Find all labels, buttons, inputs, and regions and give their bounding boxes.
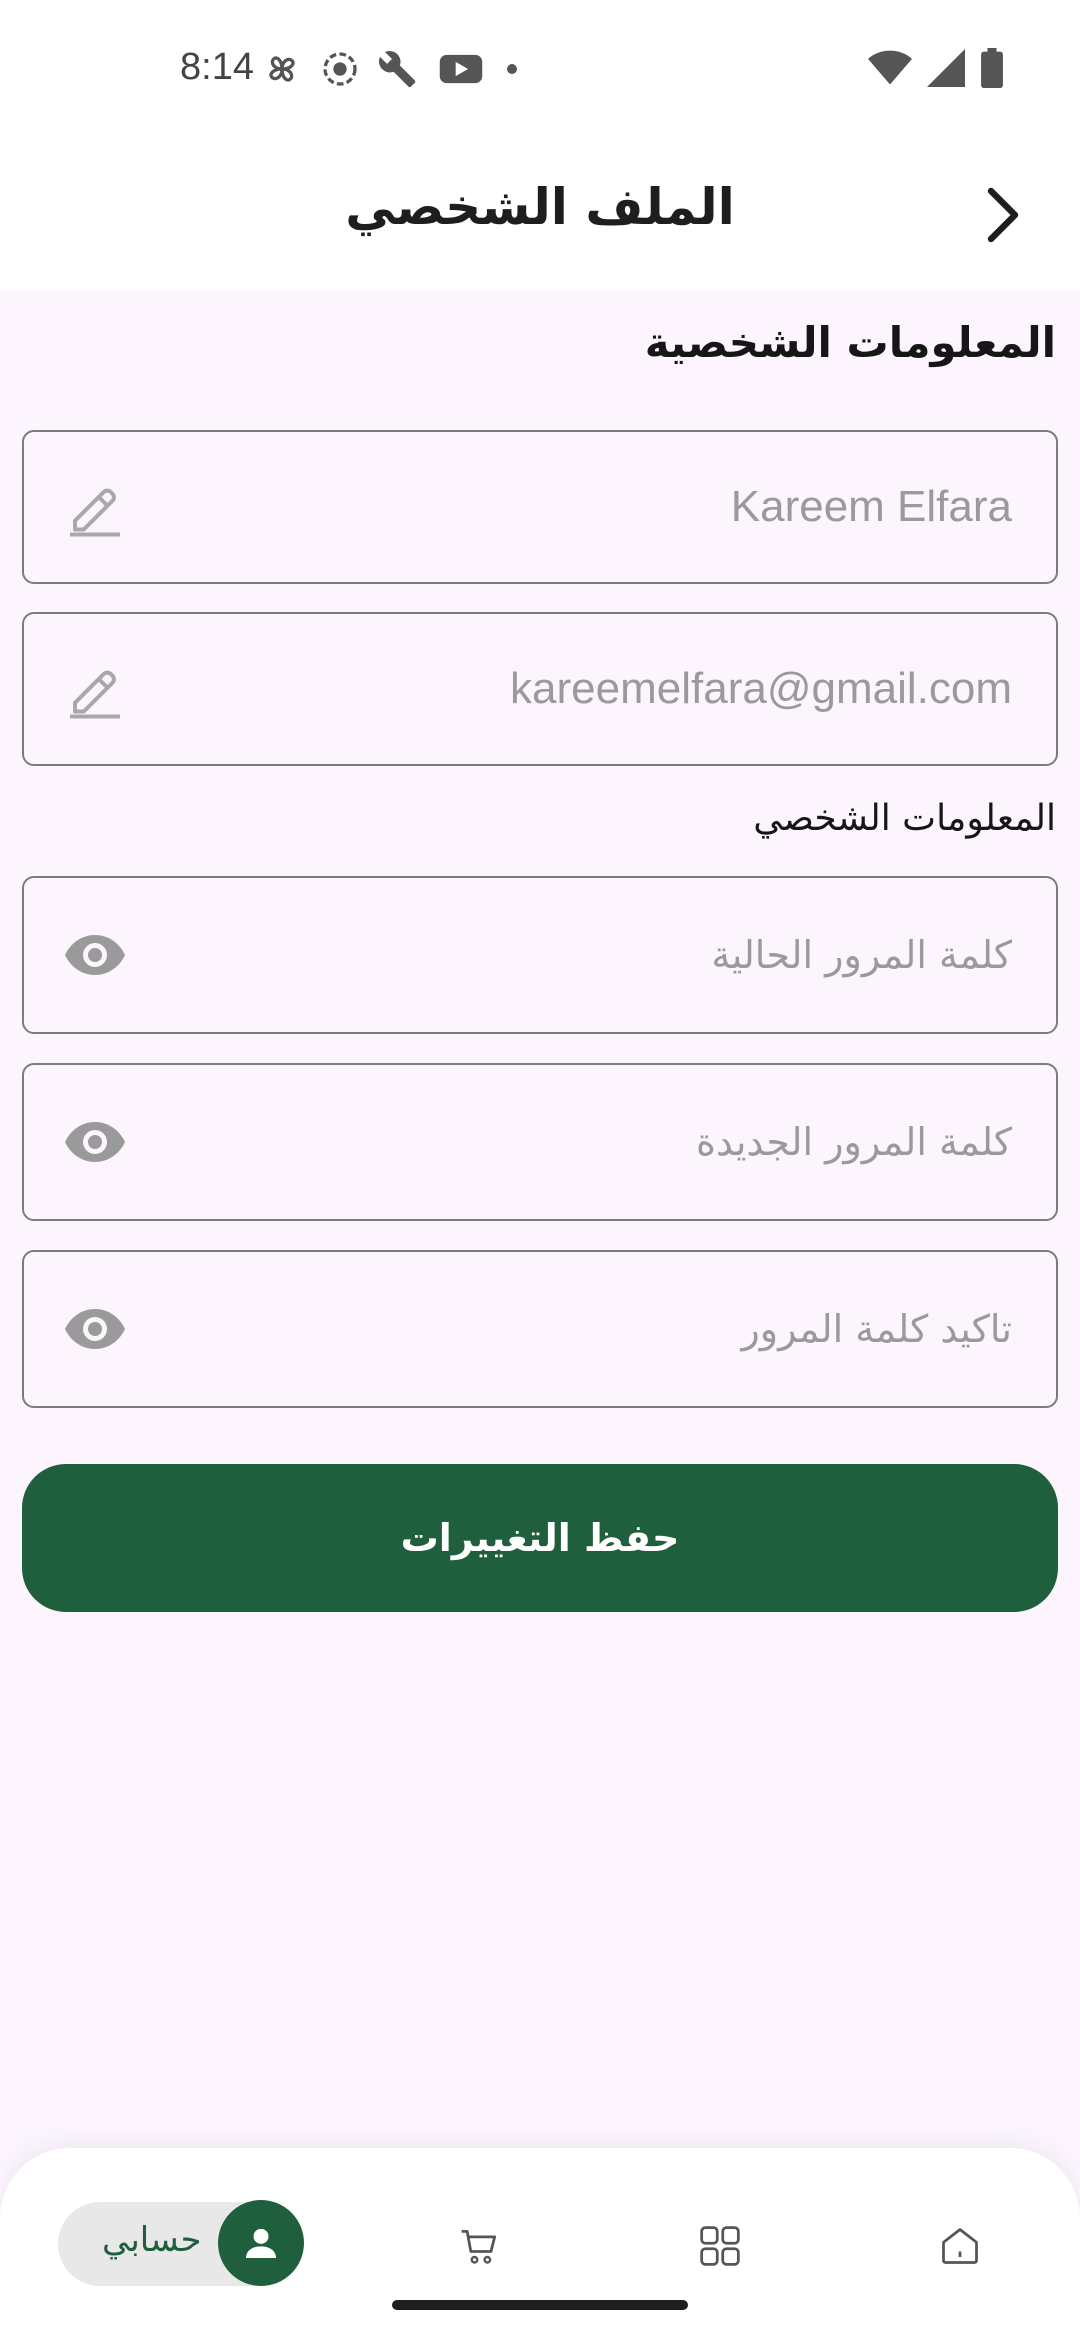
name-field[interactable]: Kareem Elfara: [22, 430, 1058, 584]
app-bar: الملف الشخصي: [0, 140, 1080, 290]
youtube-icon: [439, 54, 483, 84]
email-value: kareemelfara@gmail.com: [510, 664, 1012, 713]
edit-name-button[interactable]: [60, 472, 130, 542]
status-notification-icons: [262, 48, 522, 90]
person-icon: [246, 2228, 276, 2258]
eye-icon: [65, 1122, 125, 1162]
status-bar: 8:14: [0, 0, 1080, 140]
grid-icon: [700, 2226, 740, 2266]
fan-icon: [269, 56, 295, 82]
chevron-right-icon: [987, 187, 1019, 243]
battery-icon: [981, 48, 1003, 88]
status-system-icons: [868, 48, 1004, 88]
pencil-icon: [70, 670, 120, 719]
current-password-placeholder: كلمة المرور الحالية: [711, 933, 1012, 977]
edit-email-button[interactable]: [60, 654, 130, 724]
nav-item-categories[interactable]: [692, 2218, 748, 2274]
status-time: 8:14: [180, 46, 254, 88]
eye-icon: [65, 935, 125, 975]
back-button[interactable]: [970, 180, 1040, 250]
wrench-icon: [378, 50, 416, 88]
nav-item-cart[interactable]: [452, 2218, 508, 2274]
name-value: Kareem Elfara: [730, 482, 1012, 531]
toggle-new-password-visibility[interactable]: [60, 1107, 130, 1177]
confirm-password-field[interactable]: تاكيد كلمة المرور: [22, 1250, 1058, 1408]
gesture-bar[interactable]: [392, 2300, 688, 2310]
record-icon: [323, 52, 357, 86]
dot-icon: [507, 64, 517, 74]
nav-item-home[interactable]: [932, 2218, 988, 2274]
cart-icon: [461, 2229, 497, 2264]
save-changes-button[interactable]: حفظ التغييرات: [22, 1464, 1058, 1612]
wifi-icon: [868, 50, 912, 85]
nav-item-account[interactable]: حسابي: [58, 2200, 304, 2286]
bottom-navigation: حسابي: [0, 2148, 1080, 2340]
new-password-placeholder: كلمة المرور الجديدة: [696, 1120, 1012, 1164]
password-section-heading: المعلومات الشخصي: [753, 798, 1056, 839]
home-icon: [942, 2228, 978, 2264]
personal-info-heading: المعلومات الشخصية: [644, 318, 1056, 367]
eye-icon: [65, 1309, 125, 1349]
current-password-field[interactable]: كلمة المرور الحالية: [22, 876, 1058, 1034]
profile-screen: 8:14 الملف الشخصي المعلومات الشخصية Kare…: [0, 0, 1080, 2340]
email-field[interactable]: kareemelfara@gmail.com: [22, 612, 1058, 766]
pencil-icon: [70, 488, 120, 537]
nav-account-label: حسابي: [102, 2220, 202, 2260]
page-title: الملف الشخصي: [345, 178, 735, 236]
confirm-password-placeholder: تاكيد كلمة المرور: [741, 1307, 1012, 1351]
signal-icon: [927, 49, 965, 87]
toggle-confirm-password-visibility[interactable]: [60, 1294, 130, 1364]
new-password-field[interactable]: كلمة المرور الجديدة: [22, 1063, 1058, 1221]
account-avatar: [218, 2200, 304, 2286]
toggle-current-password-visibility[interactable]: [60, 920, 130, 990]
save-changes-label: حفظ التغييرات: [400, 1516, 680, 1560]
